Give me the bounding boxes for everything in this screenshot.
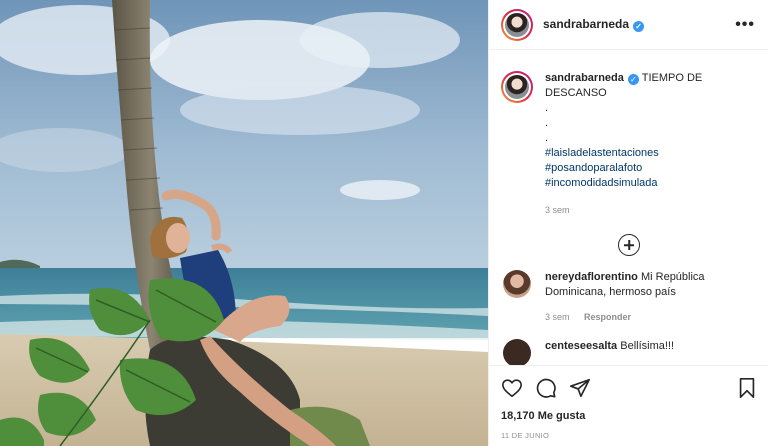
caption-avatar[interactable] [501, 71, 533, 103]
comment-item: nereydaflorentino Mi República Dominican… [501, 270, 757, 325]
avatar-image [505, 12, 529, 37]
caption: sandrabarneda ✓ TIEMPO DE DESCANSO . . . … [501, 71, 757, 218]
post-header: sandrabarneda ✓ ••• [489, 0, 768, 50]
caption-dot: . [545, 132, 549, 144]
post-date[interactable]: 11 DE JUNIO [501, 431, 757, 440]
caption-dot: . [545, 117, 549, 129]
comment-icon[interactable] [535, 377, 557, 399]
load-more-plus-icon[interactable] [618, 234, 640, 256]
commenter-avatar[interactable] [503, 339, 531, 365]
commenter-name[interactable]: nereydaflorentino [545, 271, 638, 283]
share-icon[interactable] [569, 377, 591, 399]
verified-badge-icon: ✓ [627, 74, 639, 85]
verified-badge-icon: ✓ [633, 21, 645, 32]
post-author-name[interactable]: sandrabarneda [543, 17, 629, 31]
caption-author[interactable]: sandrabarneda [545, 72, 624, 84]
caption-dot: . [545, 102, 549, 114]
commenter-avatar[interactable] [503, 270, 531, 298]
heart-icon[interactable] [501, 377, 523, 399]
hashtag-link[interactable]: #laisladelastentaciones [545, 146, 755, 161]
commenter-name[interactable]: centeseesalta [545, 340, 617, 352]
more-options-button[interactable]: ••• [735, 16, 755, 34]
likes-count[interactable]: 18,170 Me gusta [501, 410, 757, 422]
avatar-image [505, 75, 529, 99]
load-more-comments [501, 234, 757, 256]
action-icons [501, 376, 757, 400]
comment-body: centeseesalta Bellísima!!! [545, 339, 750, 365]
comment-body: nereydaflorentino Mi República Dominican… [545, 270, 750, 325]
comment-age[interactable]: 3 sem [545, 312, 570, 322]
post-author[interactable]: sandrabarneda ✓ [543, 17, 645, 32]
beach-photo [0, 0, 488, 446]
caption-body: sandrabarneda ✓ TIEMPO DE DESCANSO . . . … [545, 71, 755, 218]
reply-button[interactable]: Responder [584, 312, 631, 322]
comments-list[interactable]: sandrabarneda ✓ TIEMPO DE DESCANSO . . . … [489, 51, 768, 365]
post-photo[interactable] [0, 0, 488, 446]
bookmark-icon[interactable] [737, 377, 757, 399]
caption-age[interactable]: 3 sem [545, 203, 755, 218]
hashtag-link[interactable]: #posandoparalafoto [545, 161, 755, 176]
comment-text: Bellísima!!! [620, 340, 675, 352]
comment-meta: 3 sem Responder [545, 310, 750, 325]
hashtag-link[interactable]: #incomodidadsimulada [545, 176, 755, 191]
comment-item: centeseesalta Bellísima!!! [501, 339, 757, 365]
profile-avatar[interactable] [501, 8, 533, 41]
post-side-panel: sandrabarneda ✓ ••• sandrabarneda ✓ TIEMPO… [488, 0, 768, 446]
post-actions: 18,170 Me gusta 11 DE JUNIO [489, 365, 768, 446]
